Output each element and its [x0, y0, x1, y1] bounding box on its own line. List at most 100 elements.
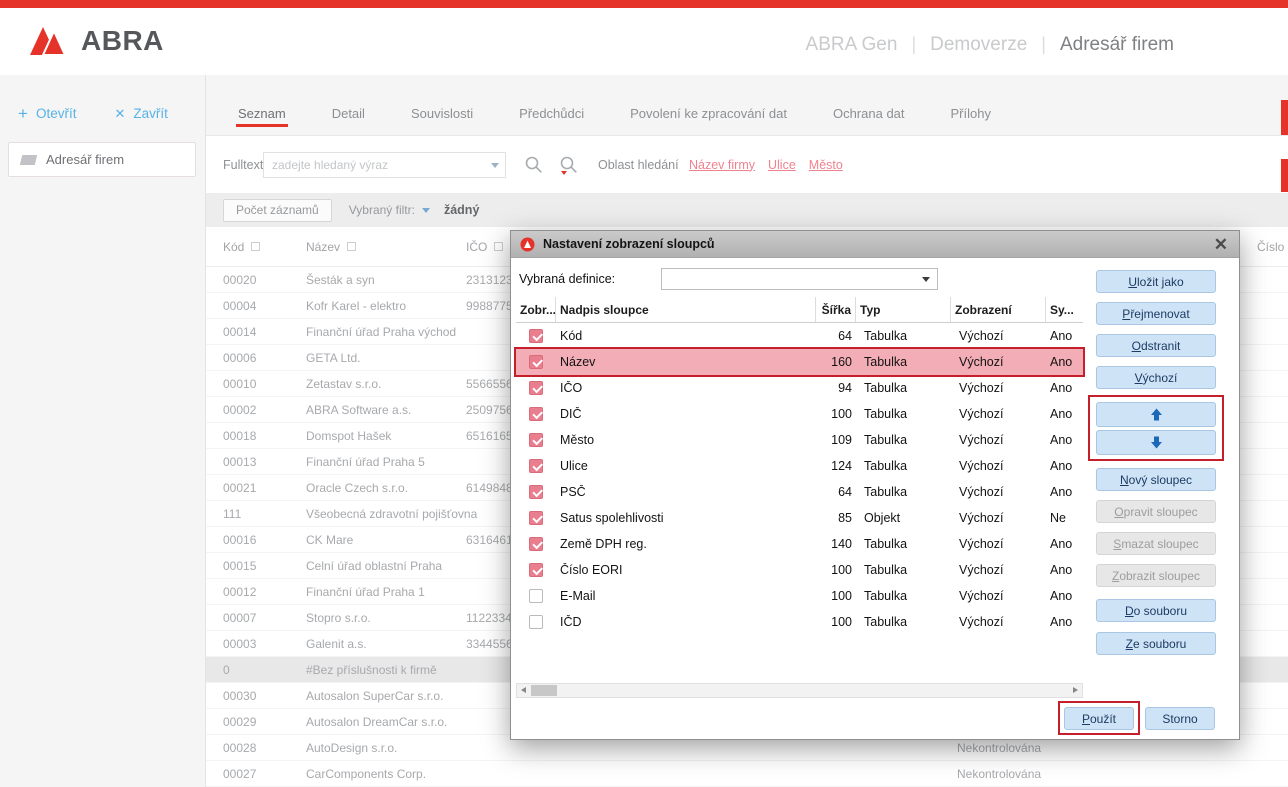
tab-prilohy[interactable]: Přílohy [951, 106, 991, 127]
dialog-row-satus-spolehlivosti[interactable]: Satus spolehlivosti85ObjektVýchozíNe [516, 505, 1083, 531]
cancel-button[interactable]: Storno [1145, 707, 1215, 730]
tab-ochrana-dat[interactable]: Ochrana dat [833, 106, 905, 127]
cell-type: Tabulka [856, 381, 951, 395]
tab-souvislosti[interactable]: Souvislosti [411, 106, 473, 127]
move-up-button[interactable] [1096, 402, 1216, 427]
tab-strip: Seznam Detail Souvislosti Předchůdci Povolen… [206, 75, 1288, 136]
prejmenovat-button[interactable]: Přejmenovat [1096, 302, 1216, 325]
opravit-sloupec-button[interactable]: Opravit sloupec [1096, 500, 1216, 523]
cell-kod: 00004 [223, 299, 306, 313]
apply-button[interactable]: Použít [1064, 707, 1134, 730]
visibility-checkbox[interactable] [529, 589, 543, 603]
cell-disp: Výchozí [951, 511, 1046, 525]
plus-icon: + [18, 105, 28, 122]
dialog-row-cislo-eori[interactable]: Číslo EORI100TabulkaVýchozíAno [516, 557, 1083, 583]
cell-nazev: Finanční úřad Praha východ [306, 325, 466, 339]
chevron-down-icon[interactable] [491, 163, 499, 168]
cell-visibility [516, 329, 556, 343]
column-header-nazev[interactable]: Název [306, 240, 466, 254]
dialog-row-mesto[interactable]: Město109TabulkaVýchozíAno [516, 427, 1083, 453]
novy-sloupec-button[interactable]: Nový sloupec [1096, 468, 1216, 491]
ulozit-jako-button[interactable]: Uložit jako [1096, 270, 1216, 293]
do-souboru-button[interactable]: Do souboru [1096, 599, 1216, 622]
column-header-cislo-eori[interactable]: Číslo EORI [1257, 240, 1288, 254]
visibility-checkbox[interactable] [529, 485, 543, 499]
tab-detail[interactable]: Detail [332, 106, 365, 127]
cell-name: Ulice [556, 459, 816, 473]
odstranit-button[interactable]: Odstranit [1096, 334, 1216, 357]
cell-name: IČO [556, 381, 816, 395]
chevron-down-icon[interactable] [422, 208, 430, 213]
zobrazit-sloupec-button[interactable]: Zobrazit sloupec [1096, 564, 1216, 587]
dialog-row-zeme-dph-reg[interactable]: Země DPH reg.140TabulkaVýchozíAno [516, 531, 1083, 557]
visibility-checkbox[interactable] [529, 511, 543, 525]
dialog-row-ico[interactable]: IČO94TabulkaVýchozíAno [516, 375, 1083, 401]
cell-kod: 00007 [223, 611, 306, 625]
table-row-00027[interactable]: 00027CarComponents Corp.Nekontrolována [206, 761, 1288, 787]
dialog-row-ulice[interactable]: Ulice124TabulkaVýchozíAno [516, 453, 1083, 479]
cell-nazev: Stopro s.r.o. [306, 611, 466, 625]
column-header-kod[interactable]: Kód [223, 240, 306, 254]
vychozi-button[interactable]: Výchozí [1096, 366, 1216, 389]
visibility-checkbox[interactable] [529, 355, 543, 369]
tab-povoleni-ke-zpracovani-dat[interactable]: Povolení ke zpracování dat [630, 106, 787, 127]
ze-souboru-button[interactable]: Ze souboru [1096, 632, 1216, 655]
definition-select[interactable] [661, 268, 938, 290]
scope-link-ulice[interactable]: Ulice [768, 158, 796, 172]
visibility-checkbox[interactable] [529, 563, 543, 577]
cell-nazev: Oracle Czech s.r.o. [306, 481, 466, 495]
cell-disp: Výchozí [951, 589, 1046, 603]
dialog-column-header-nadpis-sloupce: Nadpis sloupce [556, 297, 816, 322]
close-button[interactable]: ✕ Zavřít [114, 105, 167, 122]
cell-name: DIČ [556, 407, 816, 421]
sidebar-item-adresar-firem[interactable]: Adresář firem [8, 142, 196, 177]
dialog-row-e-mail[interactable]: E-Mail100TabulkaVýchozíAno [516, 583, 1083, 609]
cell-sys: Ano [1046, 459, 1083, 473]
cell-kod: 00028 [223, 741, 306, 755]
cell-kod: 00018 [223, 429, 306, 443]
visibility-checkbox[interactable] [529, 407, 543, 421]
cell-visibility [516, 563, 556, 577]
cell-sys: Ano [1046, 433, 1083, 447]
search-icon[interactable] [524, 155, 544, 175]
dialog-row-dic[interactable]: DIČ100TabulkaVýchozíAno [516, 401, 1083, 427]
abra-dialog-icon [520, 237, 535, 252]
dialog-title: Nastavení zobrazení sloupců [543, 237, 715, 251]
open-button[interactable]: + Otevřít [18, 105, 76, 122]
visibility-checkbox[interactable] [529, 459, 543, 473]
smazat-sloupec-button[interactable]: Smazat sloupec [1096, 532, 1216, 555]
cell-nazev: Celní úřad oblastní Praha [306, 559, 466, 573]
dialog-row-icd[interactable]: IČD100TabulkaVýchozíAno [516, 609, 1083, 635]
scroll-right-arrow[interactable] [1073, 687, 1078, 693]
scope-links: Název firmy Ulice Město [689, 158, 843, 172]
cell-nazev: Kofr Karel - elektro [306, 299, 466, 313]
cell-kod: 00014 [223, 325, 306, 339]
visibility-checkbox[interactable] [529, 381, 543, 395]
dialog-row-psc[interactable]: PSČ64TabulkaVýchozíAno [516, 479, 1083, 505]
visibility-checkbox[interactable] [529, 329, 543, 343]
cell-type: Tabulka [856, 355, 951, 369]
move-down-button[interactable] [1096, 430, 1216, 455]
cell-kod: 00027 [223, 767, 306, 781]
search-row: Fulltext Oblast hledání [206, 136, 1288, 193]
visibility-checkbox[interactable] [529, 537, 543, 551]
cell-nazev: Finanční úřad Praha 5 [306, 455, 466, 469]
record-count-button[interactable]: Počet záznamů [223, 199, 332, 222]
visibility-checkbox[interactable] [529, 433, 543, 447]
cell-name: Číslo EORI [556, 563, 816, 577]
scope-link-nazev-firmy[interactable]: Název firmy [689, 158, 755, 172]
cell-nazev: ABRA Software a.s. [306, 403, 466, 417]
search-in-results-icon[interactable] [559, 155, 579, 175]
visibility-checkbox[interactable] [529, 615, 543, 629]
scope-link-mesto[interactable]: Město [809, 158, 843, 172]
cell-name: IČD [556, 615, 816, 629]
cell-name: PSČ [556, 485, 816, 499]
tab-seznam[interactable]: Seznam [238, 106, 286, 127]
scroll-left-arrow[interactable] [521, 687, 526, 693]
horizontal-scrollbar[interactable] [516, 683, 1083, 698]
dialog-row-kod[interactable]: Kód64TabulkaVýchozíAno [516, 323, 1083, 349]
tab-predchudci[interactable]: Předchůdci [519, 106, 584, 127]
scrollbar-thumb[interactable] [531, 685, 557, 696]
dialog-row-nazev[interactable]: Název160TabulkaVýchozíAno [516, 349, 1083, 375]
fulltext-input[interactable] [263, 152, 506, 178]
